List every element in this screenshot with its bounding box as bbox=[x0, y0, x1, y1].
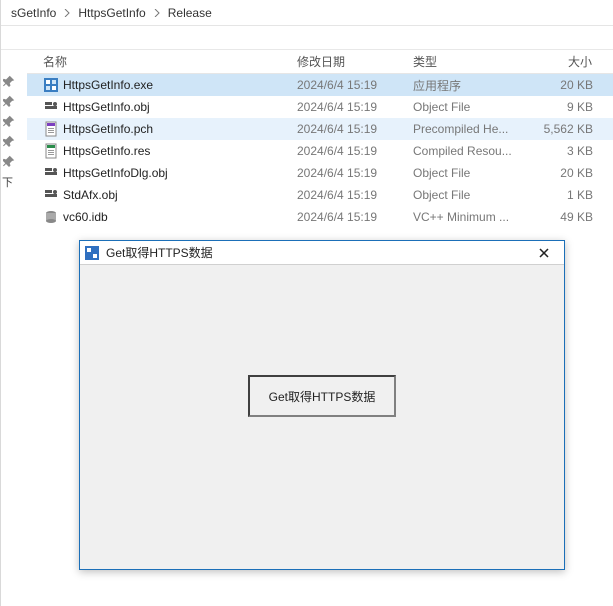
table-row[interactable]: HttpsGetInfo.exe 2024/6/4 15:19应用程序20 KB bbox=[27, 74, 613, 96]
file-size: 20 KB bbox=[527, 166, 603, 180]
file-size: 49 KB bbox=[527, 210, 603, 224]
dialog-body: Get取得HTTPS数据 bbox=[80, 265, 564, 569]
file-type-icon bbox=[43, 121, 59, 137]
file-name: StdAfx.obj bbox=[63, 188, 118, 202]
file-modified: 2024/6/4 15:19 bbox=[297, 144, 413, 158]
table-row[interactable]: HttpsGetInfo.pch 2024/6/4 15:19Precompile… bbox=[27, 118, 613, 140]
column-header-modified[interactable]: 修改日期 bbox=[297, 53, 413, 70]
pin-icon bbox=[2, 94, 16, 108]
pin-icon bbox=[2, 114, 16, 128]
file-type: Precompiled He... bbox=[413, 122, 527, 136]
file-size: 1 KB bbox=[527, 188, 603, 202]
file-type-icon bbox=[43, 165, 59, 181]
file-modified: 2024/6/4 15:19 bbox=[297, 188, 413, 202]
breadcrumb-item[interactable]: sGetInfo bbox=[5, 0, 62, 26]
get-https-button-label: Get取得HTTPS数据 bbox=[269, 388, 376, 405]
dialog-titlebar[interactable]: Get取得HTTPS数据 bbox=[80, 241, 564, 265]
app-icon bbox=[84, 245, 100, 261]
file-name: HttpsGetInfo.pch bbox=[63, 122, 153, 136]
dialog-title: Get取得HTTPS数据 bbox=[106, 244, 524, 261]
quick-access-pins: 下 bbox=[0, 70, 18, 190]
file-type-icon bbox=[43, 143, 59, 159]
table-row[interactable]: StdAfx.obj 2024/6/4 15:19Object File1 KB bbox=[27, 184, 613, 206]
file-type-icon bbox=[43, 187, 59, 203]
file-modified: 2024/6/4 15:19 bbox=[297, 210, 413, 224]
file-modified: 2024/6/4 15:19 bbox=[297, 122, 413, 136]
sidebar-fragment-text: 下 bbox=[2, 174, 18, 190]
breadcrumb-item[interactable]: Release bbox=[162, 0, 218, 26]
pin-icon bbox=[2, 134, 16, 148]
file-modified: 2024/6/4 15:19 bbox=[297, 166, 413, 180]
column-header-type[interactable]: 类型 bbox=[413, 53, 527, 70]
get-https-button[interactable]: Get取得HTTPS数据 bbox=[248, 375, 396, 417]
file-list: 名称 修改日期 类型 大小 HttpsGetInfo.exe 2024/6/4 1… bbox=[27, 50, 613, 228]
file-name: vc60.idb bbox=[63, 210, 108, 224]
file-type: 应用程序 bbox=[413, 77, 527, 94]
close-button[interactable] bbox=[524, 241, 564, 265]
table-row[interactable]: HttpsGetInfo.obj 2024/6/4 15:19Object Fil… bbox=[27, 96, 613, 118]
table-row[interactable]: HttpsGetInfo.res 2024/6/4 15:19Compiled R… bbox=[27, 140, 613, 162]
file-size: 20 KB bbox=[527, 78, 603, 92]
column-header-name[interactable]: 名称 bbox=[39, 53, 297, 70]
file-type-icon bbox=[43, 99, 59, 115]
pin-icon bbox=[2, 74, 16, 88]
table-row[interactable]: vc60.idb 2024/6/4 15:19VC++ Minimum ...49… bbox=[27, 206, 613, 228]
breadcrumb-item[interactable]: HttpsGetInfo bbox=[72, 0, 151, 26]
file-size: 9 KB bbox=[527, 100, 603, 114]
toolbar-spacer bbox=[1, 26, 613, 50]
file-modified: 2024/6/4 15:19 bbox=[297, 78, 413, 92]
column-headers: 名称 修改日期 类型 大小 bbox=[27, 50, 613, 74]
file-name: HttpsGetInfo.res bbox=[63, 144, 150, 158]
file-type-icon bbox=[43, 209, 59, 225]
file-modified: 2024/6/4 15:19 bbox=[297, 100, 413, 114]
file-name: HttpsGetInfo.exe bbox=[63, 78, 153, 92]
file-type: Object File bbox=[413, 100, 527, 114]
chevron-right-icon bbox=[62, 9, 72, 17]
table-row[interactable]: HttpsGetInfoDlg.obj 2024/6/4 15:19Object … bbox=[27, 162, 613, 184]
file-type-icon bbox=[43, 77, 59, 93]
file-type: VC++ Minimum ... bbox=[413, 210, 527, 224]
file-type: Object File bbox=[413, 166, 527, 180]
file-type: Object File bbox=[413, 188, 527, 202]
file-size: 5,562 KB bbox=[527, 122, 603, 136]
breadcrumb: sGetInfo HttpsGetInfo Release bbox=[1, 0, 613, 26]
file-name: HttpsGetInfoDlg.obj bbox=[63, 166, 168, 180]
pin-icon bbox=[2, 154, 16, 168]
file-size: 3 KB bbox=[527, 144, 603, 158]
chevron-right-icon bbox=[152, 9, 162, 17]
file-type: Compiled Resou... bbox=[413, 144, 527, 158]
column-header-size[interactable]: 大小 bbox=[527, 53, 603, 70]
file-name: HttpsGetInfo.obj bbox=[63, 100, 150, 114]
dialog-window: Get取得HTTPS数据 Get取得HTTPS数据 bbox=[79, 240, 565, 570]
